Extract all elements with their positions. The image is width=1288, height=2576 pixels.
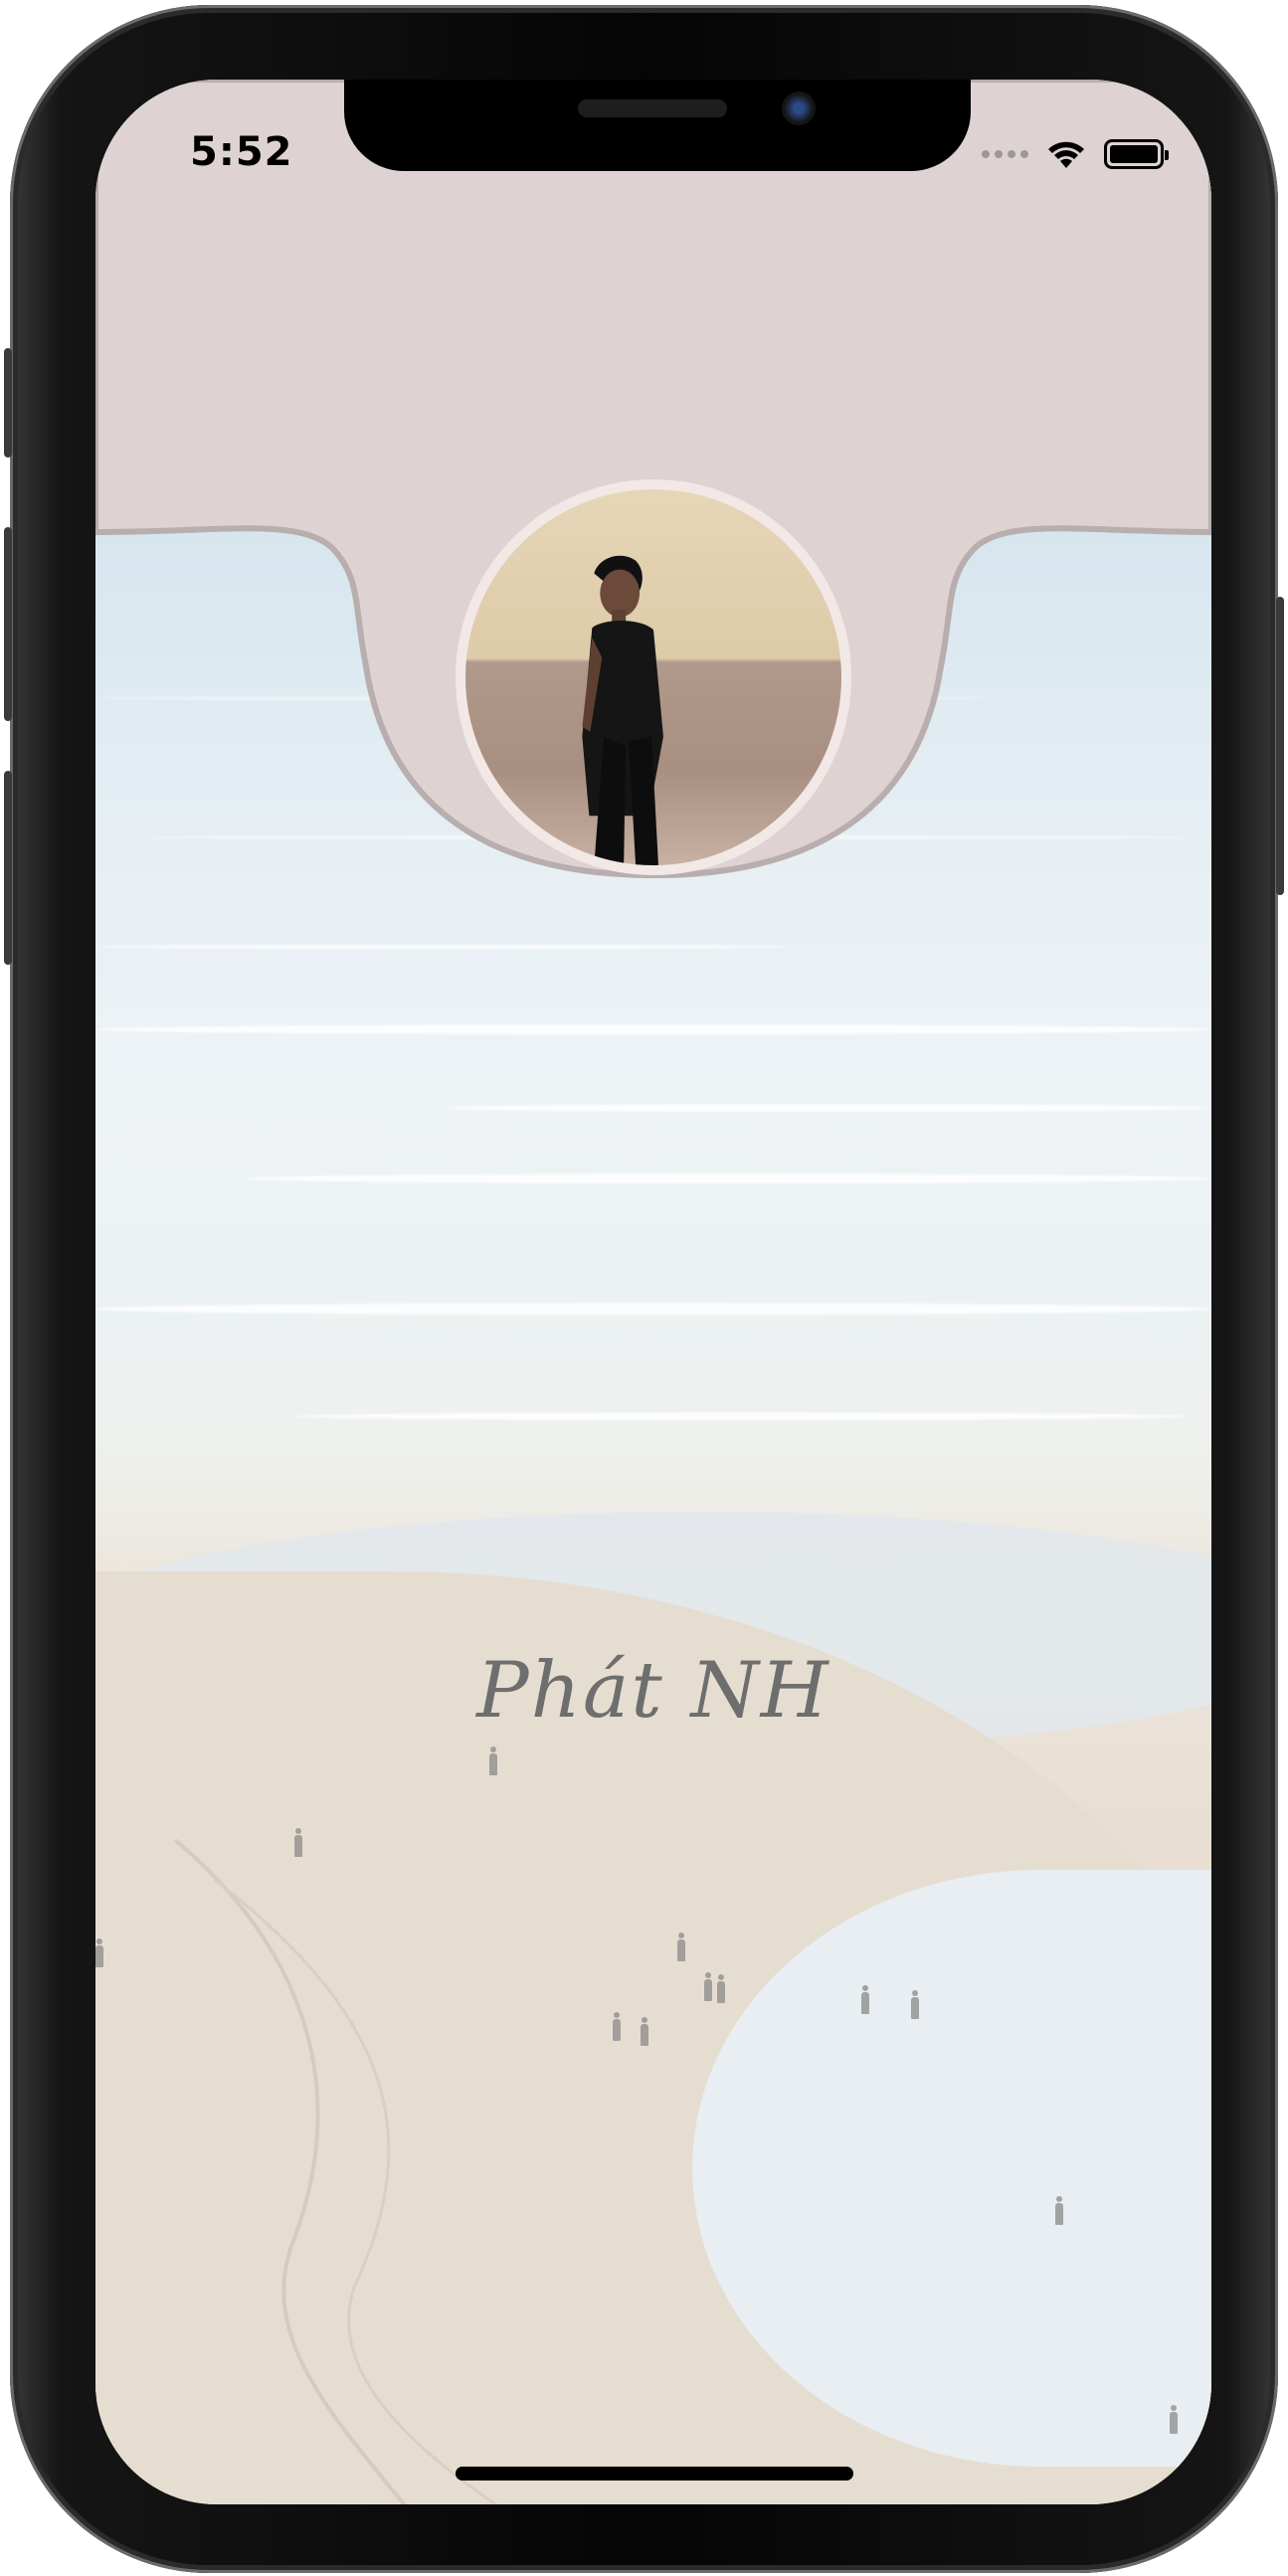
home-indicator[interactable] xyxy=(456,2467,853,2481)
app-screen: 5:52 Phát NH xyxy=(95,80,1211,2504)
signal-dots-icon xyxy=(982,150,1028,158)
profile-photo-person xyxy=(582,555,663,865)
profile-name: Phát NH xyxy=(476,1646,830,1736)
volume-down-button xyxy=(4,771,12,965)
status-time: 5:52 xyxy=(190,129,293,175)
avatar[interactable] xyxy=(456,479,851,875)
mute-switch xyxy=(4,348,12,458)
wifi-icon xyxy=(1048,141,1084,168)
phone-frame: 5:52 Phát NH xyxy=(4,5,1284,2573)
battery-icon xyxy=(1104,139,1169,169)
status-icons xyxy=(982,134,1169,174)
volume-up-button xyxy=(4,527,12,721)
speaker xyxy=(578,99,727,117)
notch xyxy=(344,80,971,171)
power-button xyxy=(1276,597,1284,895)
sand-tracks xyxy=(173,1838,498,2504)
camera-icon xyxy=(782,92,816,125)
